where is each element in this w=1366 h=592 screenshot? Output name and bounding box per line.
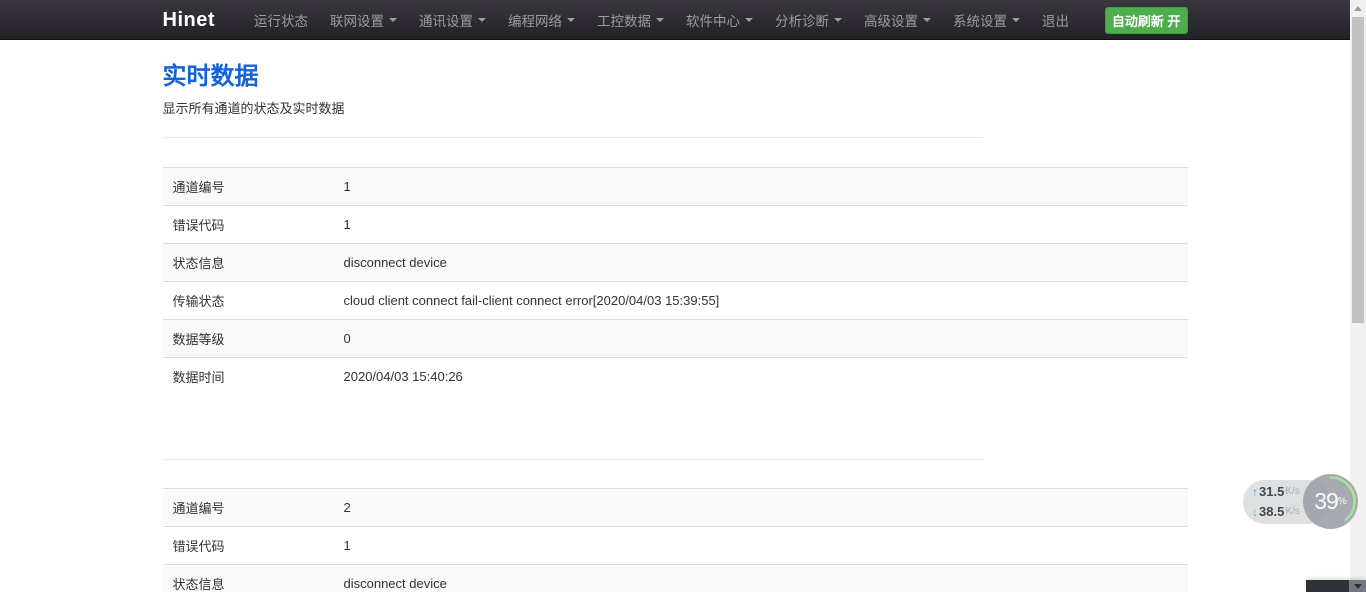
nav-item-analysis-diagnosis[interactable]: 分析诊断 (764, 0, 853, 40)
divider (163, 459, 983, 460)
download-speed-unit: K/s (1285, 502, 1299, 522)
table-row: 传输状态 cloud client connect fail-client co… (163, 281, 1188, 319)
nav-menu: 运行状态 联网设置 通讯设置 编程网络 工控数据 软件中心 分析诊断 高级设置 … (243, 0, 1080, 40)
nav-item-logout[interactable]: 退出 (1031, 0, 1080, 40)
scrollbar-thumb[interactable] (1352, 17, 1364, 323)
table-row: 错误代码 1 (163, 205, 1188, 243)
table-row: 状态信息 disconnect device (163, 243, 1188, 281)
brand-logo[interactable]: Hinet (163, 9, 216, 32)
scroll-up-button[interactable] (1350, 0, 1366, 17)
row-label: 数据时间 (163, 357, 344, 395)
caret-down-icon (1012, 18, 1020, 22)
row-value: disconnect device (344, 565, 1188, 592)
auto-refresh-toggle-badge[interactable]: 自动刷新 开 (1105, 7, 1188, 34)
row-label: 错误代码 (163, 205, 344, 243)
row-value: cloud client connect fail-client connect… (344, 281, 1188, 319)
caret-down-icon (656, 18, 664, 22)
row-label: 通道编号 (163, 489, 344, 527)
row-label: 传输状态 (163, 281, 344, 319)
navbar-container: Hinet 运行状态 联网设置 通讯设置 编程网络 工控数据 软件中心 分析诊断… (163, 0, 1188, 40)
nav-item-advanced-settings[interactable]: 高级设置 (853, 0, 942, 40)
row-value: 2 (344, 489, 1188, 527)
row-label: 通道编号 (163, 167, 344, 205)
row-label: 错误代码 (163, 527, 344, 565)
scroll-down-button[interactable] (1349, 580, 1366, 592)
nav-item-comm-settings[interactable]: 通讯设置 (408, 0, 497, 40)
caret-down-icon (567, 18, 575, 22)
progress-circle[interactable]: 39% (1303, 474, 1358, 529)
bottom-corner-panel (1306, 580, 1366, 592)
row-value: 2020/04/03 15:40:26 (344, 357, 1188, 395)
table-row: 数据时间 2020/04/03 15:40:26 (163, 357, 1188, 395)
channel-1-table: 通道编号 1 错误代码 1 状态信息 disconnect device 传输状… (163, 167, 1188, 396)
table-row: 通道编号 1 (163, 167, 1188, 205)
page-title: 实时数据 (163, 63, 1188, 91)
chevron-down-icon (1354, 584, 1362, 589)
nav-item-running-status[interactable]: 运行状态 (243, 0, 319, 40)
caret-down-icon (389, 18, 397, 22)
nav-item-programming-network[interactable]: 编程网络 (497, 0, 586, 40)
caret-down-icon (834, 18, 842, 22)
row-label: 状态信息 (163, 565, 344, 592)
page-content: 实时数据 显示所有通道的状态及实时数据 通道编号 1 错误代码 1 状态信息 d… (0, 41, 1350, 592)
channel-2-table: 通道编号 2 错误代码 1 状态信息 disconnect device (163, 488, 1188, 592)
page-subtitle: 显示所有通道的状态及实时数据 (163, 98, 1188, 117)
row-value: 1 (344, 167, 1188, 205)
table-row: 通道编号 2 (163, 489, 1188, 527)
nav-item-system-settings[interactable]: 系统设置 (942, 0, 1031, 40)
download-arrow-icon: ↓ (1252, 502, 1258, 522)
caret-down-icon (478, 18, 486, 22)
nav-item-industrial-data[interactable]: 工控数据 (586, 0, 675, 40)
upload-arrow-icon: ↑ (1252, 482, 1258, 502)
divider (163, 137, 983, 138)
table-row: 状态信息 disconnect device (163, 565, 1188, 592)
table-row: 数据等级 0 (163, 319, 1188, 357)
upload-speed-unit: K/s (1285, 482, 1299, 502)
row-label: 状态信息 (163, 243, 344, 281)
scroll-up-icon (1354, 6, 1362, 11)
row-label: 数据等级 (163, 319, 344, 357)
caret-down-icon (745, 18, 753, 22)
progress-arc-icon (1303, 474, 1358, 529)
row-value: 1 (344, 205, 1188, 243)
row-value: 1 (344, 527, 1188, 565)
row-value: disconnect device (344, 243, 1188, 281)
row-value: 0 (344, 319, 1188, 357)
top-navbar: Hinet 运行状态 联网设置 通讯设置 编程网络 工控数据 软件中心 分析诊断… (0, 0, 1350, 40)
nav-item-network-settings[interactable]: 联网设置 (319, 0, 408, 40)
upload-speed-value: 31.5 (1259, 482, 1284, 502)
table-row: 错误代码 1 (163, 527, 1188, 565)
nav-item-software-center[interactable]: 软件中心 (675, 0, 764, 40)
caret-down-icon (923, 18, 931, 22)
download-speed-value: 38.5 (1259, 502, 1284, 522)
